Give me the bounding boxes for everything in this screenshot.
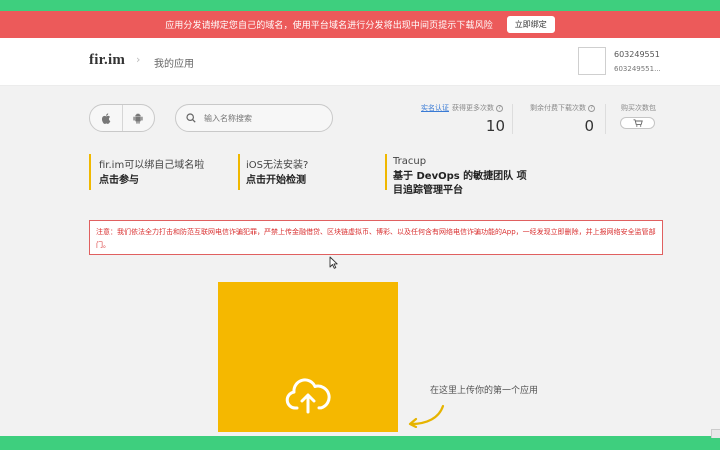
promo-subtitle: iOS无法安装? [246,160,309,171]
promo-tracup[interactable]: Tracup 基于 DevOps 的敏捷团队 项目追踪管理平台 [393,156,533,198]
cloud-upload-icon [285,378,331,414]
bottom-accent-bar [0,436,720,450]
apple-icon [101,112,111,124]
promo-title: 点击开始检测 [246,175,306,186]
help-icon[interactable]: ? [496,104,504,112]
user-email: 603249551... [614,65,661,73]
promo-ios-install-check[interactable]: iOS无法安装? 点击开始检测 [246,156,308,188]
promo-subtitle: Tracup [393,156,427,167]
promo-custom-domain[interactable]: fir.im可以绑自己域名啦 点击参与 [99,156,204,188]
stat-divider [605,104,606,134]
avatar[interactable] [578,47,606,75]
stat-divider [512,104,513,134]
fir-logo[interactable]: fir.im [89,52,125,69]
stat-remaining: 剩余付费下载次数 ? 0 [530,103,596,135]
mouse-cursor-icon [329,256,338,269]
verify-identity-link[interactable]: 实名认证 [421,104,449,112]
promo-accent-bar [89,154,91,190]
chevron-right-icon: › [136,53,141,66]
search-icon [186,113,196,123]
page-header: fir.im › 我的应用 603249551 603249551... [0,38,720,86]
breadcrumb-my-apps[interactable]: 我的应用 [154,55,194,70]
upload-hint: 在这里上传你的第一个应用 [430,386,539,396]
search-box [175,104,333,132]
stat-buy: 购买次数包 [621,103,656,113]
more-downloads-label: 获得更多次数 [452,104,494,112]
help-icon[interactable]: ? [588,104,596,112]
domain-warning-banner: 应用分发请绑定您自己的域名，使用平台域名进行分发将出现中间页提示下载风险 立即绑… [0,11,720,38]
more-downloads-value: 10 [485,117,505,135]
banner-text: 应用分发请绑定您自己的域名，使用平台域名进行分发将出现中间页提示下载风险 [165,21,493,31]
remaining-downloads-value: 0 [584,117,594,135]
apple-filter-button[interactable] [90,105,123,131]
promo-title: 基于 DevOps 的敏捷团队 项目追踪管理平台 [393,171,527,196]
stat-more-downloads: 实名认证 获得更多次数 ? 10 [421,103,505,135]
platform-filter [89,104,155,132]
anti-fraud-notice: 注意：我们依法全力打击和防范互联网电信诈骗犯罪，严禁上传金融借贷、区块链虚拟币、… [89,220,663,255]
promo-accent-bar [238,154,240,190]
buy-package-button[interactable] [620,117,655,129]
buy-package-label: 购买次数包 [621,104,656,112]
top-accent-bar [0,0,720,11]
bind-now-button[interactable]: 立即绑定 [506,16,555,33]
promo-title: 点击参与 [99,175,139,186]
search-input[interactable] [204,113,314,123]
curved-arrow-icon [408,404,445,428]
promo-subtitle: fir.im可以绑自己域名啦 [99,160,205,171]
android-filter-button[interactable] [123,105,155,131]
android-icon [133,112,143,124]
promo-accent-bar [385,154,387,190]
scrollbar-corner [711,429,720,438]
user-name[interactable]: 603249551 [614,50,660,59]
remaining-downloads-label: 剩余付费下载次数 [530,104,586,112]
cart-icon [633,119,643,127]
